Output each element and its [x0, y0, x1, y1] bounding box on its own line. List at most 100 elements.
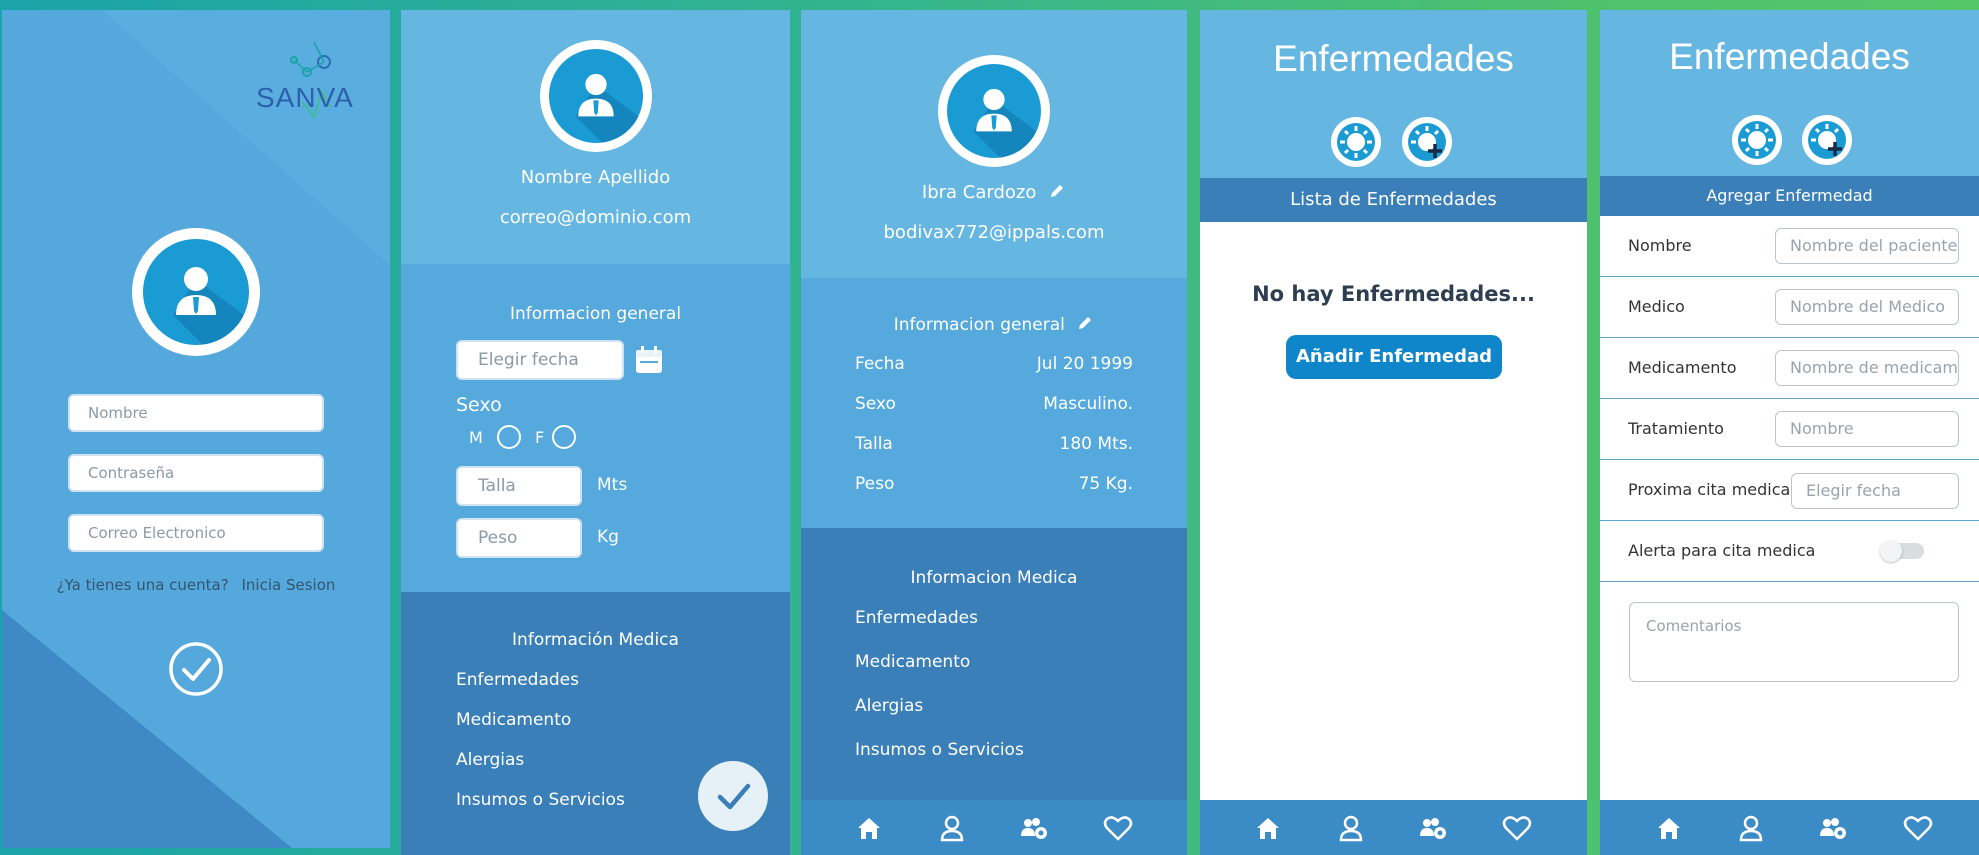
- profile-email: correo@dominio.com: [499, 207, 692, 228]
- header: [1200, 10, 1587, 178]
- virus-add-icon: [1408, 123, 1446, 161]
- add-disease-screen: Enfermedades Agregar Enfermedad Nombre N…: [1600, 10, 1979, 855]
- password-input[interactable]: Contraseña: [68, 454, 324, 492]
- treatment-input[interactable]: Nombre: [1775, 411, 1959, 447]
- nav-groups[interactable]: [1019, 813, 1049, 843]
- user-icon: [1339, 815, 1363, 842]
- calendar-icon[interactable]: [633, 344, 665, 376]
- check-circle-icon: [169, 642, 223, 696]
- bottom-nav: [801, 800, 1187, 855]
- medical-item-allergies[interactable]: Alergias: [855, 696, 923, 716]
- medication-label: Medicamento: [1628, 358, 1737, 377]
- field-label-weight: Peso: [855, 474, 895, 494]
- medication-input[interactable]: Nombre de medicamento: [1775, 350, 1959, 386]
- disease-list-button[interactable]: [1732, 115, 1782, 165]
- virus-icon: [1337, 123, 1375, 161]
- nav-favorites[interactable]: [1903, 813, 1933, 843]
- form-row-alert: Alerta para cita medica: [1600, 521, 1979, 582]
- form-subheader: Agregar Enfermedad: [1600, 176, 1979, 216]
- user-icon: [940, 815, 964, 842]
- medical-item-diseases[interactable]: Enfermedades: [456, 670, 579, 690]
- user-icon: [1739, 815, 1763, 842]
- medical-title: Información Medica: [512, 630, 679, 650]
- virus-icon: [1738, 121, 1776, 159]
- name-label: Nombre: [1628, 236, 1692, 255]
- weight-input[interactable]: Peso: [456, 518, 582, 558]
- name-input[interactable]: Nombre: [68, 394, 324, 432]
- page-title: Enfermedades: [1273, 38, 1514, 79]
- add-disease-icon-button[interactable]: [1402, 117, 1452, 167]
- sex-label: Sexo: [456, 394, 502, 416]
- form-row-next-appointment: Proxima cita medica Elegir fecha: [1600, 460, 1979, 521]
- bottom-nav: [1600, 800, 1979, 855]
- patient-name-input[interactable]: Nombre del paciente: [1775, 228, 1959, 264]
- register-screen: Nombre Apellido correo@dominio.com Infor…: [401, 10, 790, 855]
- nav-favorites[interactable]: [1103, 813, 1133, 843]
- list-subheader: Lista de Enfermedades: [1200, 178, 1587, 222]
- save-button[interactable]: [698, 761, 768, 831]
- nav-groups[interactable]: [1418, 813, 1448, 843]
- nav-profile[interactable]: [1336, 813, 1366, 843]
- next-appointment-date-input[interactable]: Elegir fecha: [1791, 473, 1959, 509]
- general-info-row: Informacion general: [801, 314, 1187, 335]
- bottom-nav: [1200, 800, 1587, 855]
- add-disease-button[interactable]: Añadir Enfermedad: [1286, 335, 1502, 379]
- height-input[interactable]: Talla: [456, 466, 582, 506]
- edit-pencil-icon[interactable]: [1076, 314, 1094, 332]
- disease-list-button[interactable]: [1331, 117, 1381, 167]
- profile-name: Nombre Apellido: [520, 167, 671, 188]
- comments-textarea[interactable]: Comentarios: [1629, 602, 1959, 682]
- sex-m-label: M: [469, 428, 483, 447]
- form-row-name: Nombre Nombre del paciente: [1600, 216, 1979, 277]
- virus-add-icon: [1808, 121, 1846, 159]
- medical-item-diseases[interactable]: Enfermedades: [855, 608, 978, 628]
- alert-label: Alerta para cita medica: [1628, 541, 1816, 560]
- alert-toggle[interactable]: [1880, 540, 1924, 562]
- heart-icon: [1103, 816, 1133, 841]
- home-icon: [1658, 818, 1680, 839]
- form-row-doctor: Medico Nombre del Medico: [1600, 277, 1979, 338]
- field-value-height: 180 Mts.: [1059, 434, 1133, 454]
- doctor-label: Medico: [1628, 297, 1685, 316]
- medical-item-supplies[interactable]: Insumos o Servicios: [855, 740, 1024, 760]
- field-value-weight: 75 Kg.: [1078, 474, 1133, 494]
- heart-icon: [1903, 816, 1933, 841]
- add-disease-icon-button[interactable]: [1802, 115, 1852, 165]
- nav-favorites[interactable]: [1502, 813, 1532, 843]
- treatment-label: Tratamiento: [1628, 419, 1724, 438]
- profile-name-row: Ibra Cardozo: [801, 182, 1187, 203]
- birthdate-input[interactable]: Elegir fecha: [456, 340, 624, 380]
- medical-item-medication[interactable]: Medicamento: [855, 652, 970, 672]
- nav-profile[interactable]: [1736, 813, 1766, 843]
- avatar: [938, 55, 1050, 167]
- user-icon: [973, 88, 1041, 158]
- profile-email: bodivax772@ippals.com: [883, 222, 1105, 243]
- home-icon: [1257, 818, 1279, 839]
- medical-item-allergies[interactable]: Alergias: [456, 750, 524, 770]
- submit-button[interactable]: [168, 641, 224, 697]
- nav-home[interactable]: [1253, 813, 1283, 843]
- nav-profile[interactable]: [937, 813, 967, 843]
- nav-home[interactable]: [854, 813, 884, 843]
- medical-item-medication[interactable]: Medicamento: [456, 710, 571, 730]
- login-link[interactable]: Inicia Sesion: [242, 576, 336, 594]
- sex-m-radio[interactable]: [497, 425, 521, 449]
- diseases-screen: Enfermedades Lista de Enfermedades No ha…: [1200, 10, 1587, 855]
- field-label-sex: Sexo: [855, 394, 896, 414]
- nav-home[interactable]: [1654, 813, 1684, 843]
- edit-pencil-icon[interactable]: [1048, 182, 1066, 200]
- avatar: [132, 228, 260, 356]
- medical-item-supplies[interactable]: Insumos o Servicios: [456, 790, 625, 810]
- sex-f-radio[interactable]: [552, 425, 576, 449]
- empty-state-text: No hay Enfermedades...: [1252, 282, 1535, 306]
- page-title: Enfermedades: [1669, 36, 1910, 77]
- header: [1600, 10, 1979, 176]
- email-input[interactable]: Correo Electronico: [68, 514, 324, 552]
- home-icon: [858, 818, 880, 839]
- doctor-name-input[interactable]: Nombre del Medico: [1775, 289, 1959, 325]
- general-info-title: Informacion general: [893, 315, 1065, 335]
- group-settings-icon: [1820, 818, 1846, 839]
- nav-groups[interactable]: [1818, 813, 1848, 843]
- profile-screen: Ibra Cardozo bodivax772@ippals.com Infor…: [801, 10, 1187, 855]
- height-unit: Mts: [597, 475, 628, 495]
